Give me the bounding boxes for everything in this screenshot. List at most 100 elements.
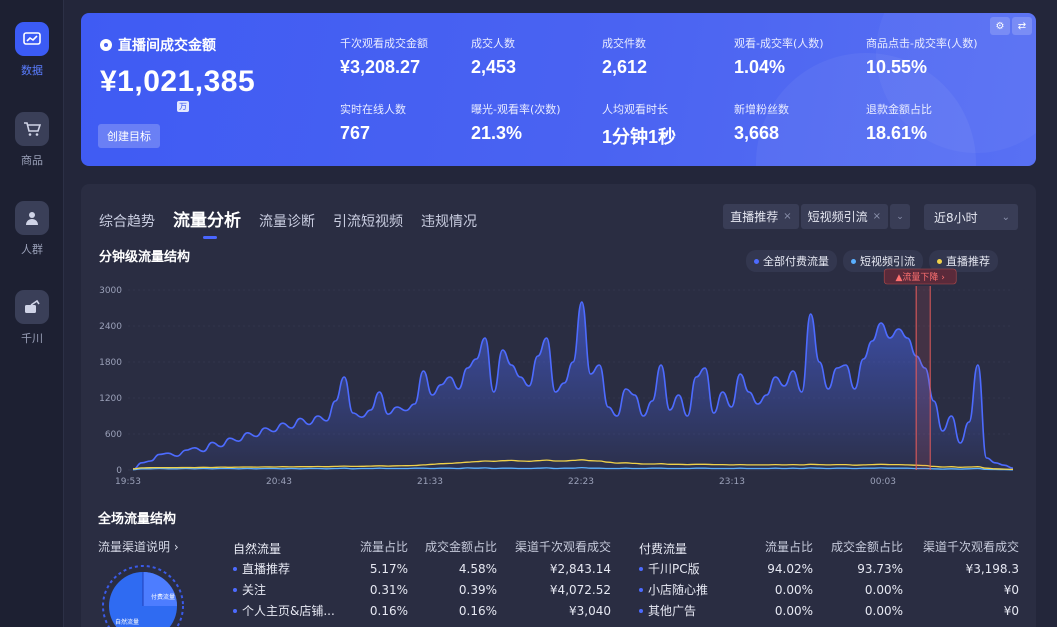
table-row[interactable]: 个人主页&店铺... 0.16% 0.16% ¥3,040 [233, 600, 611, 621]
bullet-icon [233, 587, 237, 592]
sidebar-item-crowd[interactable]: 人群 [0, 201, 64, 257]
channel-name-cell: 其他广告 [639, 602, 737, 619]
table-row[interactable]: 关注 0.31% 0.39% ¥4,072.52 [233, 579, 611, 600]
table-cell: 5.17% [369, 561, 408, 576]
close-icon[interactable]: × [873, 211, 881, 222]
annotation-label: ▲流量下降 › [896, 271, 945, 283]
metric-value: ¥3,208.27 [340, 57, 421, 77]
channel-name-cell: 个人主页&店铺... [233, 602, 345, 619]
section-title-overall-traffic: 全场流量结构 [98, 512, 177, 527]
metric-value: 21.3% [471, 123, 523, 143]
table-cell: 94.02% [767, 561, 813, 576]
metric-card: 实时在线人数 767 [340, 101, 406, 144]
donut-label: 自然流量 [115, 618, 139, 626]
metric-value: 1分钟1秒 [602, 127, 677, 147]
main-metric-label: 直播间成交金额 [118, 38, 216, 54]
column-header: 自然流量 [233, 541, 282, 556]
channel-name: 小店随心推 [648, 583, 709, 597]
legend-dot [851, 258, 856, 264]
legend-item-paid[interactable]: 全部付费流量 [746, 250, 837, 272]
table-cell: ¥3,040 [569, 603, 611, 618]
tab-short-video[interactable]: 引流短视频 [333, 211, 403, 231]
series-area-0 [133, 302, 1013, 470]
bullet-icon [233, 608, 237, 613]
sidebar-item-label: 人群 [21, 243, 43, 256]
table-cell: ¥4,072.52 [549, 582, 611, 597]
close-icon[interactable]: × [783, 211, 791, 222]
table-cell: ¥0 [1003, 603, 1019, 618]
channel-name: 关注 [242, 583, 267, 597]
table-cell: ¥3,198.3 [965, 561, 1019, 576]
channel-name: 千川PC版 [648, 562, 700, 576]
sidebar-item-qianchuan[interactable]: 千川 [0, 290, 64, 346]
table-row[interactable]: 其他广告 0.00% 0.00% ¥0 [639, 600, 1019, 621]
legend-label: 全部付费流量 [763, 255, 829, 268]
table-cell: 0.16% [369, 603, 408, 618]
metric-card: 新增粉丝数 3,668 [734, 101, 789, 144]
channel-filter: 直播推荐 × 短视频引流 × ⌄ [723, 204, 910, 229]
metric-value: 10.55% [866, 57, 928, 77]
table-cell: 0.00% [774, 582, 813, 597]
table-cell: 93.73% [857, 561, 903, 576]
table-cell: ¥0 [1003, 582, 1019, 597]
column-header: 渠道千次观看成交 [514, 540, 611, 554]
traffic-line-chart[interactable]: 0 600 1200 1800 2400 3000 19:53 20:43 21:33 22:23… [81, 268, 1036, 490]
metric-value: 1.04% [734, 57, 786, 77]
table-cell: ¥2,843.14 [549, 561, 611, 576]
tab-overall-trend[interactable]: 综合趋势 [99, 211, 155, 231]
swap-icon[interactable]: ⇄ [1012, 17, 1032, 35]
time-range-select[interactable]: 近8小时 ⌄ [924, 204, 1018, 230]
cart-icon [15, 112, 49, 146]
table-cell: 0.00% [864, 603, 903, 618]
metric-label: 新增粉丝数 [734, 103, 789, 116]
legend-dot [754, 258, 759, 264]
metric-card: 退款金额占比 18.61% [866, 101, 932, 144]
metric-card: 观看-成交率(人数) 1.04% [734, 35, 824, 78]
tab-traffic-diagnosis[interactable]: 流量诊断 [259, 211, 315, 231]
metric-label: 成交件数 [602, 37, 646, 50]
channel-description-link[interactable]: 流量渠道说明 › [98, 538, 179, 555]
metric-card: 千次观看成交金额 ¥3,208.27 [340, 35, 428, 78]
chevron-down-icon[interactable]: ⌄ [890, 204, 910, 229]
metric-label: 成交人数 [471, 37, 515, 50]
y-tick-label: 3000 [99, 286, 122, 296]
drop-highlight-band [915, 286, 931, 470]
legend-label: 直播推荐 [946, 255, 990, 268]
x-tick-label: 21:33 [417, 477, 443, 487]
tab-bar: 综合趋势 流量分析 流量诊断 引流短视频 违规情况 [99, 206, 477, 239]
channel-name-cell: 小店随心推 [639, 581, 737, 598]
sidebar-item-data[interactable]: 数据 [0, 22, 64, 78]
metric-label: 实时在线人数 [340, 103, 406, 116]
column-header: 渠道千次观看成交 [922, 540, 1019, 554]
sidebar: 数据 商品 人群 千川 [0, 0, 64, 627]
traffic-panel: 综合趋势 流量分析 流量诊断 引流短视频 违规情况 直播推荐 × 短视频引流 ×… [81, 184, 1036, 627]
table-row[interactable]: 小店随心推 0.00% 0.00% ¥0 [639, 579, 1019, 600]
y-tick-label: 600 [105, 430, 122, 440]
sidebar-item-goods[interactable]: 商品 [0, 112, 64, 168]
column-header: 成交金额占比 [424, 540, 497, 554]
metric-value: 2,453 [471, 57, 517, 77]
table-row[interactable]: 千川PC版 94.02% 93.73% ¥3,198.3 [639, 558, 1019, 579]
channel-name-cell: 千川PC版 [639, 560, 737, 577]
metric-label: 观看-成交率(人数) [734, 37, 824, 50]
bullet-icon [639, 566, 643, 571]
tab-traffic-analysis[interactable]: 流量分析 [173, 206, 241, 239]
channel-name-cell: 关注 [233, 581, 345, 598]
tab-violations[interactable]: 违规情况 [421, 211, 477, 231]
filter-chip-live-recommend[interactable]: 直播推荐 × [723, 204, 799, 229]
metric-card: 曝光-观看率(次数) 21.3% [471, 101, 561, 144]
bullet-icon [639, 608, 643, 613]
x-tick-label: 19:53 [115, 477, 141, 487]
sidebar-item-label: 数据 [21, 64, 43, 77]
time-range-value: 近8小时 [934, 210, 978, 225]
natural-traffic-table: 自然流量 流量占比 成交金额占比 渠道千次观看成交 直播推荐 5.17% 4.5… [233, 538, 611, 621]
table-header: 付费流量 流量占比 成交金额占比 渠道千次观看成交 [639, 538, 1019, 558]
table-cell: 0.00% [864, 582, 903, 597]
settings-icon[interactable]: ⚙ [990, 17, 1010, 35]
donut-label: 付费流量 [151, 593, 175, 601]
create-goal-button[interactable]: 创建目标 [98, 124, 160, 148]
table-row[interactable]: 直播推荐 5.17% 4.58% ¥2,843.14 [233, 558, 611, 579]
unit-badge: 万 [177, 101, 189, 112]
filter-chip-label: 短视频引流 [807, 210, 868, 224]
filter-chip-short-video[interactable]: 短视频引流 × [800, 204, 888, 229]
